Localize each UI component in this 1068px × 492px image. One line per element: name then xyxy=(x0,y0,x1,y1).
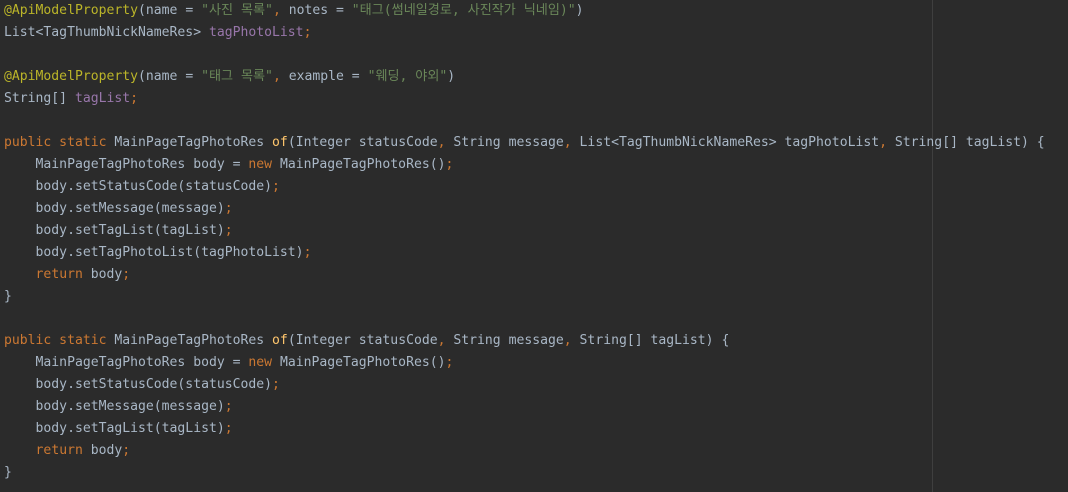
code-token: String message xyxy=(453,135,564,150)
code-token: String message xyxy=(453,333,564,348)
code-token: MainPageTagPhotoRes xyxy=(114,135,273,150)
code-token: of xyxy=(272,333,288,348)
code-token: List<TagThumbNickNameRes> tagPhotoList xyxy=(579,135,880,150)
code-token: body.setTagList(tagList) xyxy=(4,223,225,238)
code-token: (Integer statusCode xyxy=(287,333,438,348)
code-token: new xyxy=(248,157,280,172)
code-token: ) xyxy=(575,3,584,18)
code-line[interactable]: } xyxy=(4,462,1045,484)
code-token: @ApiModelProperty xyxy=(4,69,139,84)
code-token: String[] tagList) { xyxy=(894,135,1045,150)
code-token: ; xyxy=(445,355,454,370)
code-token: public static xyxy=(4,135,115,150)
code-line[interactable] xyxy=(4,308,1045,330)
code-token: ; xyxy=(303,25,312,40)
code-token: tagList xyxy=(74,91,131,106)
code-token: , xyxy=(879,135,895,150)
code-token: ; xyxy=(122,443,131,458)
code-line[interactable] xyxy=(4,44,1045,66)
code-editor[interactable]: @ApiModelProperty(name = "사진 목록", notes … xyxy=(0,0,1068,492)
code-token: (name = xyxy=(138,69,202,84)
code-line[interactable]: body.setStatusCode(statusCode); xyxy=(4,374,1045,396)
code-token: ; xyxy=(122,267,131,282)
code-token: MainPageTagPhotoRes() xyxy=(279,157,446,172)
code-token: @ApiModelProperty xyxy=(4,3,139,18)
code-line[interactable]: body.setMessage(message); xyxy=(4,396,1045,418)
code-token: tagPhotoList xyxy=(208,25,304,40)
code-line[interactable]: public static MainPageTagPhotoRes of(Int… xyxy=(4,330,1045,352)
code-token: ; xyxy=(224,399,233,414)
code-token: of xyxy=(272,135,288,150)
code-token: ; xyxy=(224,421,233,436)
code-token: ; xyxy=(303,245,312,260)
code-token: String[] xyxy=(4,91,75,106)
code-line[interactable]: body.setTagList(tagList); xyxy=(4,418,1045,440)
code-line[interactable]: body.setMessage(message); xyxy=(4,198,1045,220)
code-token: ; xyxy=(272,179,280,194)
code-token: String[] tagList) { xyxy=(579,333,730,348)
code-token: ; xyxy=(272,377,280,392)
code-token: ; xyxy=(224,223,233,238)
code-line[interactable]: return body; xyxy=(4,440,1045,462)
code-token: ; xyxy=(224,201,233,216)
code-token: } xyxy=(4,289,12,304)
code-line[interactable]: body.setStatusCode(statusCode); xyxy=(4,176,1045,198)
code-token: public static xyxy=(4,333,115,348)
code-token: body xyxy=(90,267,123,282)
code-token: "태그 목록" xyxy=(201,69,273,84)
code-token: , xyxy=(563,135,580,150)
code-line[interactable]: MainPageTagPhotoRes body = new MainPageT… xyxy=(4,154,1045,176)
code-token: body.setMessage(message) xyxy=(4,399,225,414)
code-token: example = xyxy=(288,69,368,84)
code-token: , xyxy=(437,135,454,150)
code-token: body xyxy=(90,443,123,458)
code-token: body.setMessage(message) xyxy=(4,201,225,216)
code-token: MainPageTagPhotoRes body = xyxy=(4,157,249,172)
code-token: (Integer statusCode xyxy=(287,135,438,150)
code-token: MainPageTagPhotoRes body = xyxy=(4,355,249,370)
code-token: ; xyxy=(445,157,454,172)
code-token: , xyxy=(272,3,289,18)
code-token: new xyxy=(248,355,280,370)
code-token: notes = xyxy=(288,3,352,18)
code-line[interactable]: public static MainPageTagPhotoRes of(Int… xyxy=(4,132,1045,154)
code-token: return xyxy=(35,443,91,458)
code-token: ; xyxy=(130,91,139,106)
code-line[interactable]: List<TagThumbNickNameRes> tagPhotoList; xyxy=(4,22,1045,44)
code-token: List<TagThumbNickNameRes> xyxy=(4,25,209,40)
code-token: "태그(썸네일경로, 사진작가 닉네임)" xyxy=(351,3,576,18)
code-token: "사진 목록" xyxy=(201,3,273,18)
code-text-area[interactable]: @ApiModelProperty(name = "사진 목록", notes … xyxy=(4,0,1045,484)
code-token: body.setTagList(tagList) xyxy=(4,421,225,436)
code-token: MainPageTagPhotoRes xyxy=(114,333,273,348)
code-line[interactable] xyxy=(4,110,1045,132)
code-token: , xyxy=(272,69,289,84)
code-line[interactable]: return body; xyxy=(4,264,1045,286)
code-token: , xyxy=(437,333,454,348)
code-line[interactable]: String[] tagList; xyxy=(4,88,1045,110)
code-token: body.setStatusCode(statusCode) xyxy=(4,179,273,194)
code-line[interactable]: @ApiModelProperty(name = "태그 목록", exampl… xyxy=(4,66,1045,88)
code-token: } xyxy=(4,465,12,480)
code-line[interactable]: body.setTagPhotoList(tagPhotoList); xyxy=(4,242,1045,264)
code-line[interactable]: @ApiModelProperty(name = "사진 목록", notes … xyxy=(4,0,1045,22)
code-line[interactable]: body.setTagList(tagList); xyxy=(4,220,1045,242)
code-token: body.setStatusCode(statusCode) xyxy=(4,377,273,392)
code-token: return xyxy=(35,267,91,282)
code-token: , xyxy=(563,333,580,348)
code-token: ) xyxy=(447,69,456,84)
code-token: body.setTagPhotoList(tagPhotoList) xyxy=(4,245,304,260)
code-line[interactable]: MainPageTagPhotoRes body = new MainPageT… xyxy=(4,352,1045,374)
code-token: (name = xyxy=(138,3,202,18)
code-line[interactable]: } xyxy=(4,286,1045,308)
code-token: MainPageTagPhotoRes() xyxy=(279,355,446,370)
code-token: "웨딩, 야외" xyxy=(367,69,448,84)
